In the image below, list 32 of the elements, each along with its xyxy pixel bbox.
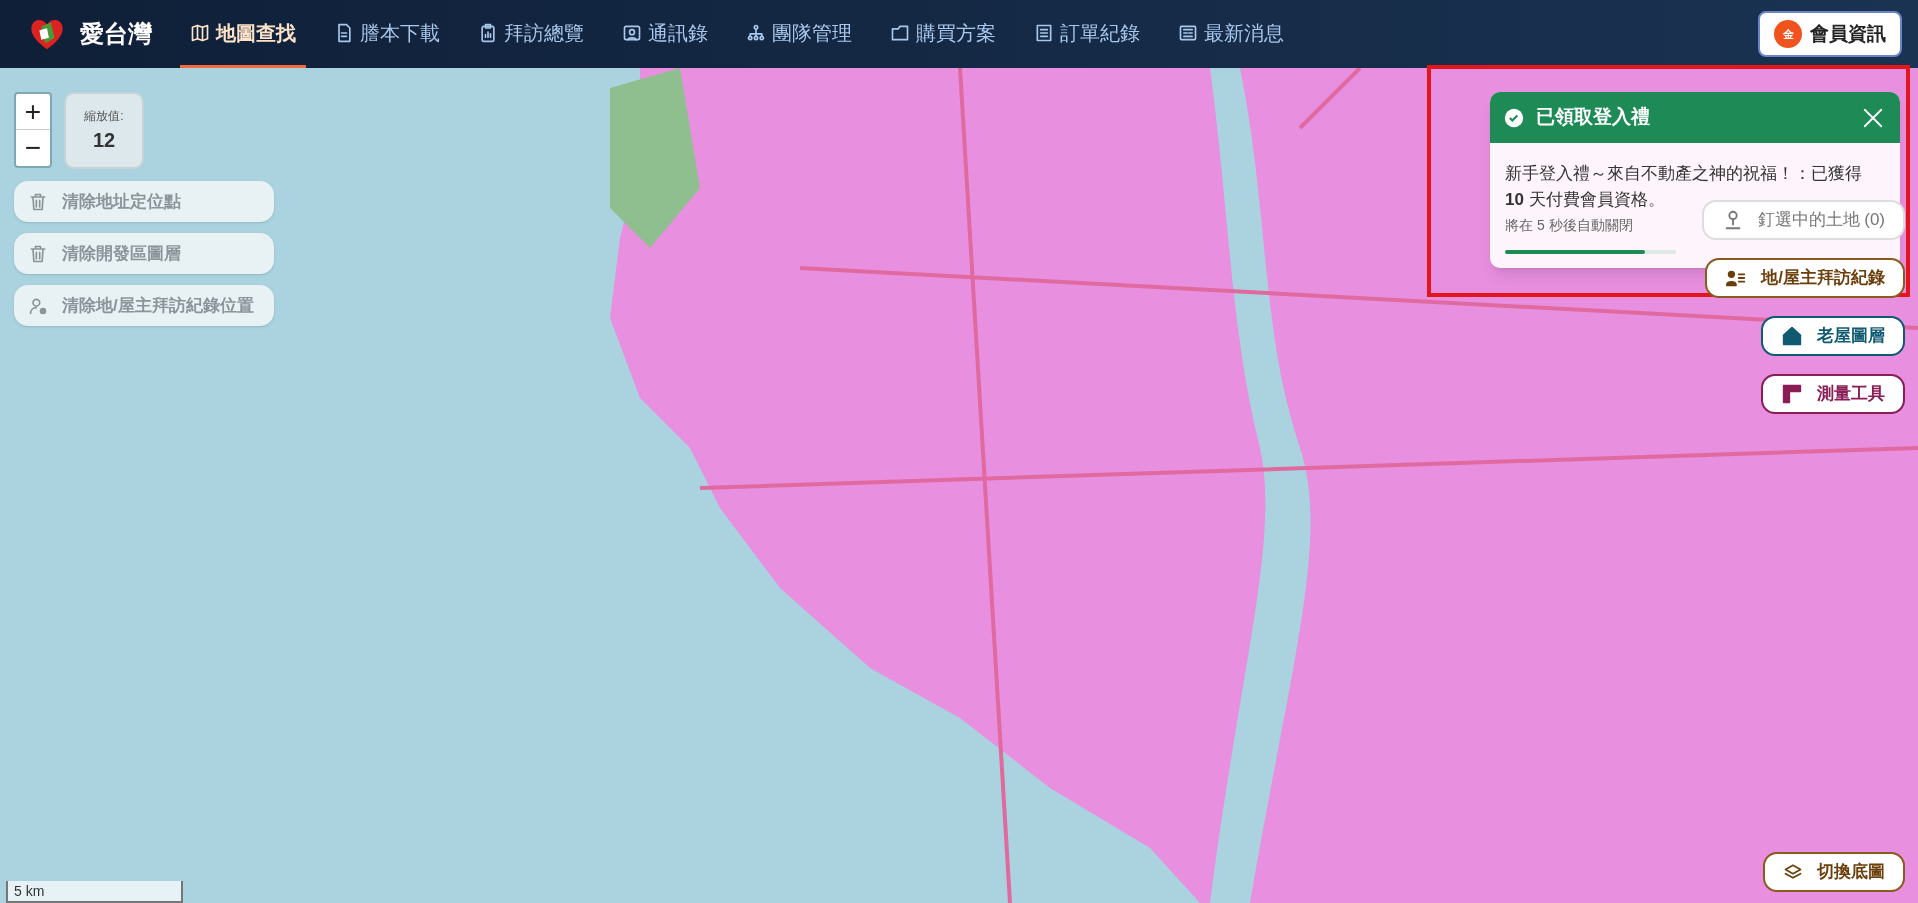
- map-icon: [190, 22, 210, 43]
- check-circle-icon: [1504, 107, 1524, 128]
- nav-tab[interactable]: 最新消息: [1168, 0, 1294, 68]
- map-tool-button[interactable]: 測量工具: [1761, 374, 1905, 414]
- nav-tab[interactable]: 團隊管理: [736, 0, 862, 68]
- layers-icon: [1783, 862, 1803, 882]
- clipboard-chart-icon: [478, 22, 498, 43]
- countdown-text: 將在 5 秒後自動關閉: [1505, 216, 1633, 235]
- nav-tab[interactable]: 謄本下載: [324, 0, 450, 68]
- map-tool-button[interactable]: 地/屋主拜訪紀錄: [1705, 258, 1905, 298]
- member-level-badge: 金: [1774, 20, 1802, 48]
- zoom-level-value: 12: [92, 127, 116, 153]
- nav-tab[interactable]: 通訊錄: [612, 0, 718, 68]
- nav-tab[interactable]: 訂單紀錄: [1024, 0, 1150, 68]
- map-tool-button[interactable]: 老屋圖層: [1761, 316, 1905, 356]
- nav-tab[interactable]: 拜訪總覽: [468, 0, 594, 68]
- switch-basemap-button[interactable]: 切換底圖: [1763, 852, 1905, 892]
- house-icon: [1781, 325, 1803, 347]
- zoom-in-button[interactable]: +: [16, 94, 50, 130]
- toast-title: 已領取登入禮: [1536, 105, 1651, 130]
- zoom-out-button[interactable]: −: [16, 130, 50, 166]
- nav-tab[interactable]: 購買方案: [880, 0, 1006, 68]
- nav-tab[interactable]: 地圖查找: [180, 0, 306, 68]
- org-chart-icon: [746, 22, 766, 43]
- scale-bar: 5 km: [6, 881, 183, 903]
- close-icon: [1862, 106, 1884, 129]
- trash-icon: [28, 191, 48, 212]
- list-icon: [1034, 22, 1054, 43]
- member-info-button[interactable]: 金 會員資訊: [1758, 11, 1902, 57]
- trash-icon: [28, 243, 48, 264]
- brand-name: 愛台灣: [80, 19, 152, 49]
- zoom-level-label: 縮放值:: [84, 107, 124, 125]
